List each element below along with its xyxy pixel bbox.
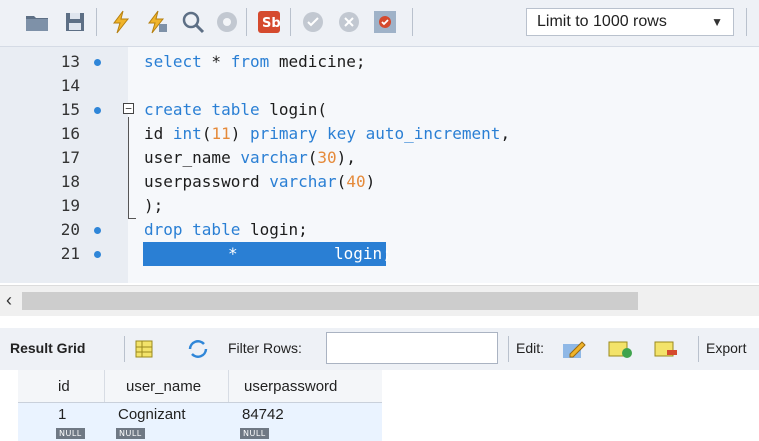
code-line: 17 user_name varchar(30), — [0, 146, 759, 170]
filter-rows-label: Filter Rows: — [228, 340, 302, 356]
statement-marker-icon — [94, 251, 101, 258]
find-icon[interactable] — [180, 9, 206, 35]
delete-row-icon[interactable] — [652, 335, 680, 363]
null-badge: NULL — [116, 428, 145, 439]
line-number: 19 — [60, 196, 80, 215]
cell-id[interactable]: 1 — [58, 406, 66, 423]
line-number: 16 — [60, 124, 80, 143]
column-header-userpassword[interactable]: userpassword — [244, 378, 337, 395]
chevron-down-icon: ▼ — [711, 15, 723, 29]
code-line: 13 select * from medicine; — [0, 50, 759, 74]
statement-marker-icon — [94, 107, 101, 114]
result-grid: id user_name userpassword 1 Cognizant 84… — [0, 370, 759, 441]
line-number: 21 — [60, 244, 80, 263]
code-text: user_name varchar(30), — [144, 148, 356, 167]
edit-row-icon[interactable] — [560, 335, 588, 363]
scrollbar-thumb[interactable] — [22, 292, 638, 310]
code-text: select * from medicine; — [144, 52, 366, 71]
code-text: drop table login; — [144, 220, 308, 239]
commit-icon[interactable] — [300, 9, 326, 35]
statement-marker-icon — [94, 59, 101, 66]
edit-label: Edit: — [516, 340, 545, 356]
sql-editor[interactable]: 13 select * from medicine; 14 15 − creat… — [0, 47, 759, 283]
line-number: 18 — [60, 172, 80, 191]
execute-icon[interactable] — [108, 9, 134, 35]
column-header-id[interactable]: id — [58, 378, 70, 395]
line-number: 13 — [60, 52, 80, 71]
fold-collapse-icon[interactable]: − — [123, 103, 134, 114]
code-text: userpassword varchar(40) — [144, 172, 376, 191]
limit-rows-select[interactable]: Limit to 1000 rows ▼ — [526, 8, 734, 36]
refresh-icon[interactable] — [184, 335, 212, 363]
sql-editor-toolbar: Sb Limit to 1000 rows ▼ — [0, 0, 759, 47]
line-number: 14 — [60, 76, 80, 95]
toggle-icon[interactable]: Sb — [256, 9, 282, 35]
column-header-user-name[interactable]: user_name — [126, 378, 201, 395]
stop-icon[interactable] — [214, 9, 240, 35]
code-text: id int(11) primary key auto_increment, — [144, 124, 511, 143]
code-line: 14 — [0, 74, 759, 98]
code-line-selected: 21 * login; — [0, 242, 759, 266]
limit-rows-value: Limit to 1000 rows — [537, 13, 667, 30]
scroll-left-icon[interactable]: ‹ — [6, 290, 12, 311]
line-number: 15 — [60, 100, 80, 119]
insert-row-icon[interactable] — [606, 335, 634, 363]
null-badge: NULL — [56, 428, 85, 439]
result-toolbar: Result Grid Filter Rows: Edit: Export — [0, 328, 759, 370]
code-text: create table login( — [144, 100, 328, 119]
cell-userpassword[interactable]: 84742 — [242, 406, 284, 423]
fold-guide-end — [128, 218, 136, 219]
selected-code-text: * login; — [228, 244, 392, 263]
export-label[interactable]: Export — [706, 340, 746, 356]
save-icon[interactable] — [62, 9, 88, 35]
horizontal-scrollbar[interactable]: ‹ — [0, 285, 759, 316]
fold-guide — [128, 117, 129, 219]
code-line: 20 drop table login; — [0, 218, 759, 242]
result-grid-tab[interactable]: Result Grid — [10, 340, 85, 356]
svg-text:Sb: Sb — [262, 16, 281, 31]
code-line: 19 ); — [0, 194, 759, 218]
line-number: 20 — [60, 220, 80, 239]
code-line: 15 − create table login( — [0, 98, 759, 122]
code-line: 16 id int(11) primary key auto_increment… — [0, 122, 759, 146]
code-line: 18 userpassword varchar(40) — [0, 170, 759, 194]
line-number: 17 — [60, 148, 80, 167]
grid-view-icon[interactable] — [130, 335, 158, 363]
folder-icon[interactable] — [24, 9, 50, 35]
execute-current-icon[interactable] — [144, 9, 170, 35]
null-badge: NULL — [240, 428, 269, 439]
autocommit-icon[interactable] — [372, 9, 398, 35]
cell-user-name[interactable]: Cognizant — [118, 406, 186, 423]
rollback-icon[interactable] — [336, 9, 362, 35]
filter-rows-input[interactable] — [326, 332, 498, 364]
code-text: ); — [144, 196, 164, 215]
statement-marker-icon — [94, 227, 101, 234]
